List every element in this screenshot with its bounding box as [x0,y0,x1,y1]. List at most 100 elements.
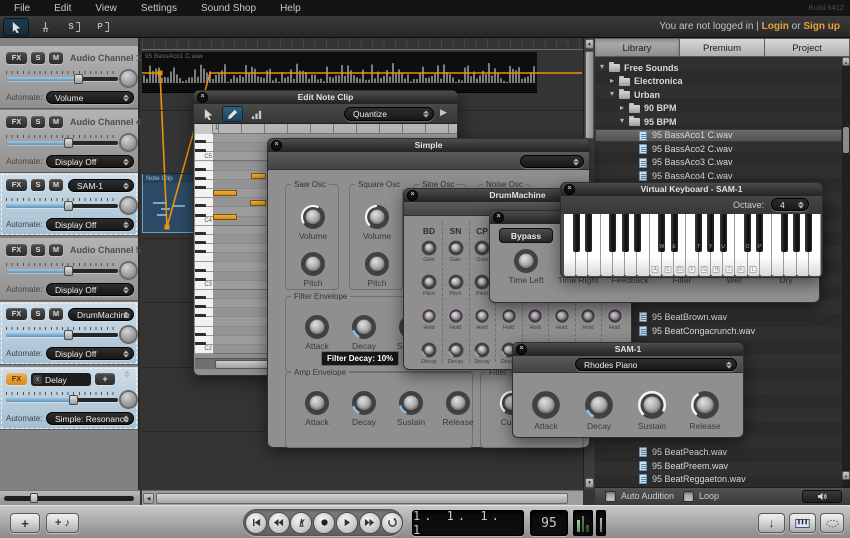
midi-note[interactable] [251,173,266,179]
scroll-up-button[interactable]: ▲ [585,39,594,49]
tab-project[interactable]: Project [765,38,850,57]
dm-col6-hold[interactable]: Hold [554,308,570,324]
note-editor-titlebar[interactable]: × Edit Note Clip [194,91,457,104]
tree-file-95-beatbrown-wav[interactable]: 95 BeatBrown.wav [595,310,842,324]
tree-folder-95-bpm[interactable]: ▾95 BPM [595,115,842,129]
dm-SN-hold[interactable]: Hold [448,308,464,324]
close-icon[interactable]: × [494,213,503,222]
knob-release[interactable]: Release [690,390,720,420]
volume-slider[interactable] [6,204,118,208]
close-icon[interactable]: × [565,185,574,194]
pan-knob[interactable] [121,263,136,278]
add-fx-button[interactable]: + [95,373,115,385]
channel-sam-1[interactable]: FXSMSAM-1Automate:Display Off [0,173,138,236]
knob-volume[interactable]: Volume [364,204,390,230]
tree-file-95-beatpeach-wav[interactable]: 95 BeatPeach.wav [595,445,842,459]
slider-handle[interactable] [64,266,73,276]
midi-note[interactable] [213,214,237,220]
preview-volume-button[interactable] [802,490,842,503]
pan-knob[interactable] [121,71,136,86]
bypass-button[interactable]: Bypass [499,228,553,243]
automate-dropdown[interactable]: Display Off [46,347,134,360]
slider-handle[interactable] [64,201,73,211]
black-key[interactable]: W [658,214,665,252]
black-key[interactable] [573,214,580,252]
lib-scroll-up[interactable]: ▲ [842,57,850,66]
piano-key-white[interactable] [195,189,213,198]
sam1-titlebar[interactable]: × SAM-1 [513,343,743,356]
menu-settings[interactable]: Settings [141,3,177,14]
dm-BD-decay[interactable]: Decay [421,342,437,358]
pan-knob[interactable] [121,392,136,407]
slider-handle[interactable] [74,74,83,84]
keyboard-titlebar[interactable]: × Virtual Keyboard - SAM-1 [561,183,822,196]
dm-col5-hold[interactable]: Hold [527,308,543,324]
dm-CP-gain[interactable]: Gain [474,240,490,256]
piano-roll-ruler[interactable]: 1 [195,124,457,134]
knob-time-left[interactable]: Time Left [513,248,539,274]
pan-knob[interactable] [121,135,136,150]
mute-button[interactable]: M [49,179,63,191]
black-key[interactable]: E [671,214,678,252]
draw-tool-button[interactable] [222,106,243,122]
piano-roll-keys[interactable]: C5C4C3C2 [195,134,213,354]
chevron-right-icon[interactable]: ▸ [610,76,614,85]
dm-SN-decay[interactable]: Decay [448,342,464,358]
tree-file-95-bassaco3-c-wav[interactable]: 95 BassAco3 C.wav [595,156,842,170]
knob-attack[interactable]: Attack [304,390,330,416]
show-keyboard-button[interactable] [789,513,816,533]
add-audio-track-button[interactable]: + ♪ [46,513,79,533]
knob-pitch[interactable]: Pitch [364,251,390,277]
dm-CP-decay[interactable]: Decay [474,342,490,358]
dm-CP-hold[interactable]: Hold [474,308,490,324]
close-icon[interactable]: × [272,141,281,150]
close-icon[interactable]: × [408,191,417,200]
sam1-preset-dropdown[interactable]: Rhodes Piano [575,358,737,371]
black-key[interactable] [781,214,788,252]
loop-browse-button[interactable] [820,513,844,533]
signup-link[interactable]: Sign up [803,21,840,32]
knob-attack[interactable]: Attack [531,390,561,420]
fx-button[interactable]: FX [6,244,27,256]
volume-slider[interactable] [6,77,118,81]
knob-sustain[interactable]: Sustain [398,390,424,416]
chevron-down-icon[interactable]: ▾ [610,89,614,98]
pan-knob[interactable] [121,327,136,342]
rewind-button[interactable] [268,512,290,534]
fast-forward-button[interactable] [359,512,381,534]
slider-handle[interactable] [69,395,78,405]
volume-slider[interactable] [6,269,118,273]
menu-help[interactable]: Help [280,3,301,14]
lib-scroll-down[interactable]: ▼ [842,471,850,480]
dm-SN-gain[interactable]: Gain [448,240,464,256]
fx-button[interactable]: FX [6,52,27,64]
velocity-tool-button[interactable] [246,106,267,122]
fx-button[interactable]: FX [6,116,27,128]
tree-file-95-beatreggaeton-wav[interactable]: 95 BeatReggaeton.wav [595,472,842,486]
volume-slider[interactable] [6,141,118,145]
pan-knob[interactable] [121,198,136,213]
channel-delay[interactable]: FXxDelay+Automate:Simple: Resonance [0,367,138,430]
knob-release[interactable]: Release [445,390,471,416]
solo-button[interactable]: S [31,116,45,128]
automate-dropdown[interactable]: Display Off [46,218,134,231]
device-dropdown[interactable]: DrumMachine [68,308,134,321]
piano-keyboard[interactable]: ASDFGHJKLWETYUOP [564,214,821,276]
scroll-left-button[interactable]: ◀ [143,493,154,504]
channel-audio-channel-5[interactable]: FXSMAudio Channel 5Automate:Display Off [0,238,138,301]
skip-start-button[interactable] [245,512,267,534]
loop-checkbox[interactable] [683,491,694,502]
fx-dropdown-spinner[interactable] [124,374,136,385]
scroll-down-button[interactable]: ▼ [585,478,594,488]
fx-button[interactable]: FX [6,308,27,320]
metronome-button[interactable] [290,512,312,534]
tree-file-95-bassaco1-c-wav[interactable]: 95 BassAco1 C.wav [595,129,842,143]
play-button[interactable] [336,512,358,534]
s-marker-tool[interactable]: S [61,18,87,36]
record-button[interactable] [313,512,335,534]
add-track-button[interactable]: + [10,513,40,533]
knob-attack[interactable]: Attack [304,314,330,340]
menu-view[interactable]: View [95,3,117,14]
lib-scroll-handle[interactable] [843,127,849,153]
dm-col7-hold[interactable]: Hold [580,308,596,324]
